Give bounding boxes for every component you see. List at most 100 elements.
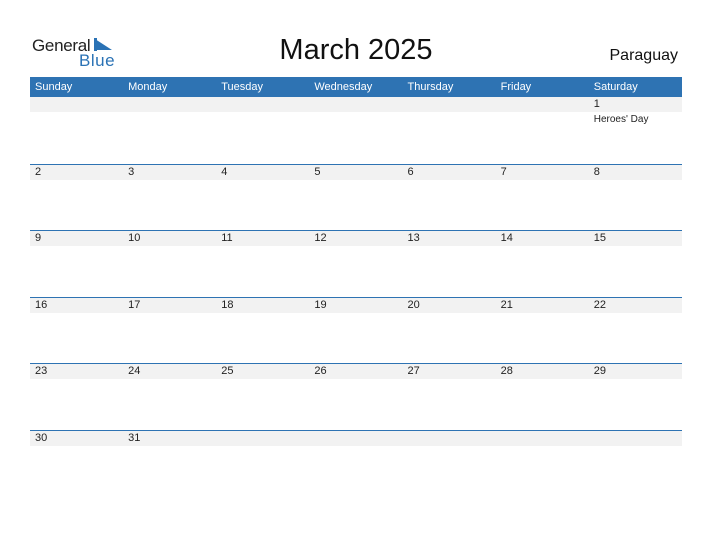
day-number: 10 [128,232,141,245]
day-number: 26 [314,365,327,378]
day-number: 20 [407,298,420,311]
day-cell: 26 [309,364,402,379]
day-number [594,431,682,446]
day-cell [589,431,682,446]
day-number: 2 [35,165,42,178]
day-number: 28 [500,365,513,378]
day-number [314,97,402,112]
day-cell: 10 [123,231,216,246]
day-cell: 7 [496,165,589,180]
day-number: 11 [221,232,233,245]
week-row: 1 Heroes' Day [30,97,682,164]
day-cell: 28 [496,364,589,379]
country-label: Paraguay [609,47,679,64]
day-number: 8 [593,165,600,178]
week-row: 9 10 11 12 13 14 15 [30,230,682,297]
day-number: 16 [35,298,48,311]
weekday-saturday: Saturday [593,81,638,93]
day-cell: 24 [123,364,216,379]
day-number: 12 [314,232,327,245]
day-cell: 29 [589,364,682,379]
weekday-thursday: Thursday [407,81,454,93]
day-cell [216,431,309,446]
day-number: 27 [407,365,420,378]
day-number: 21 [500,298,513,311]
day-cell: 12 [309,231,402,246]
day-number [501,431,589,446]
day-cell: 25 [216,364,309,379]
day-number: 19 [314,298,327,311]
day-cell: 27 [403,364,496,379]
day-number: 4 [221,165,228,178]
day-cell: 18 [216,298,309,313]
day-number: 25 [221,365,234,378]
day-cell: 14 [496,231,589,246]
day-number [314,431,402,446]
day-number: 24 [128,365,141,378]
day-cell: 13 [403,231,496,246]
day-cell [403,431,496,446]
weekday-friday: Friday [500,81,532,93]
day-cell: 2 [30,165,123,180]
week-row: 30 31 [30,429,682,497]
day-cell: 3 [123,165,216,180]
day-number: 22 [593,298,606,311]
day-cell: 8 [589,165,682,180]
day-cell: 22 [589,298,682,313]
day-number: 14 [500,232,513,245]
day-cell: 23 [30,364,123,379]
weekday-monday: Monday [128,81,168,93]
holiday-label: Heroes' Day [593,114,649,125]
week-row: 23 24 25 26 27 28 29 [30,363,682,430]
day-cell [216,97,309,127]
day-number: 7 [500,165,507,178]
day-number: 1 [593,98,600,110]
day-number: 17 [128,298,141,311]
weekday-sunday: Sunday [35,81,73,93]
day-cell: 9 [30,231,123,246]
day-number: 18 [221,298,234,311]
day-number [408,97,496,112]
day-cell: 17 [123,298,216,313]
calendar-grid: Sunday Monday Tuesday Wednesday Thursday Frid… [30,77,682,497]
day-cell: 30 [30,431,123,446]
day-number [221,97,309,112]
day-cell: 15 [589,231,682,246]
day-cell: 19 [309,298,402,313]
day-number: 6 [407,165,414,178]
day-cell [496,97,589,127]
day-cell [403,97,496,127]
day-number: 23 [35,365,48,378]
day-cell: 20 [403,298,496,313]
day-cell [309,431,402,446]
day-cell [496,431,589,446]
day-number: 31 [128,431,141,444]
day-number: 9 [35,232,42,245]
day-number: 29 [593,365,606,378]
weekday-tuesday: Tuesday [221,81,264,93]
day-number: 3 [128,165,135,178]
day-cell: 4 [216,165,309,180]
day-cell: 16 [30,298,123,313]
day-number [501,97,589,112]
day-cell: 21 [496,298,589,313]
day-number: 5 [314,165,321,178]
day-number [408,431,496,446]
week-row: 2 3 4 5 6 7 8 [30,163,682,231]
weeks-container: 1 Heroes' Day 2 3 4 5 6 7 8 9 10 11 12 13 14 15 16 17 18 19… [30,97,682,497]
day-cell [309,97,402,127]
day-number: 30 [35,431,48,444]
day-number [221,431,309,446]
day-number [35,97,123,112]
day-number [128,97,216,112]
calendar-title: March 2025 [279,34,433,66]
day-cell [123,97,216,127]
weekday-header: Sunday Monday Tuesday Wednesday Thursday Frid… [30,77,682,97]
week-row: 16 17 18 19 20 21 22 [30,296,682,364]
day-cell: 1 Heroes' Day [589,97,682,127]
day-cell: 31 [123,431,216,446]
day-number: 15 [593,232,606,245]
weekday-wednesday: Wednesday [314,81,373,93]
day-cell: 11 [216,231,309,246]
day-number: 13 [407,232,420,245]
